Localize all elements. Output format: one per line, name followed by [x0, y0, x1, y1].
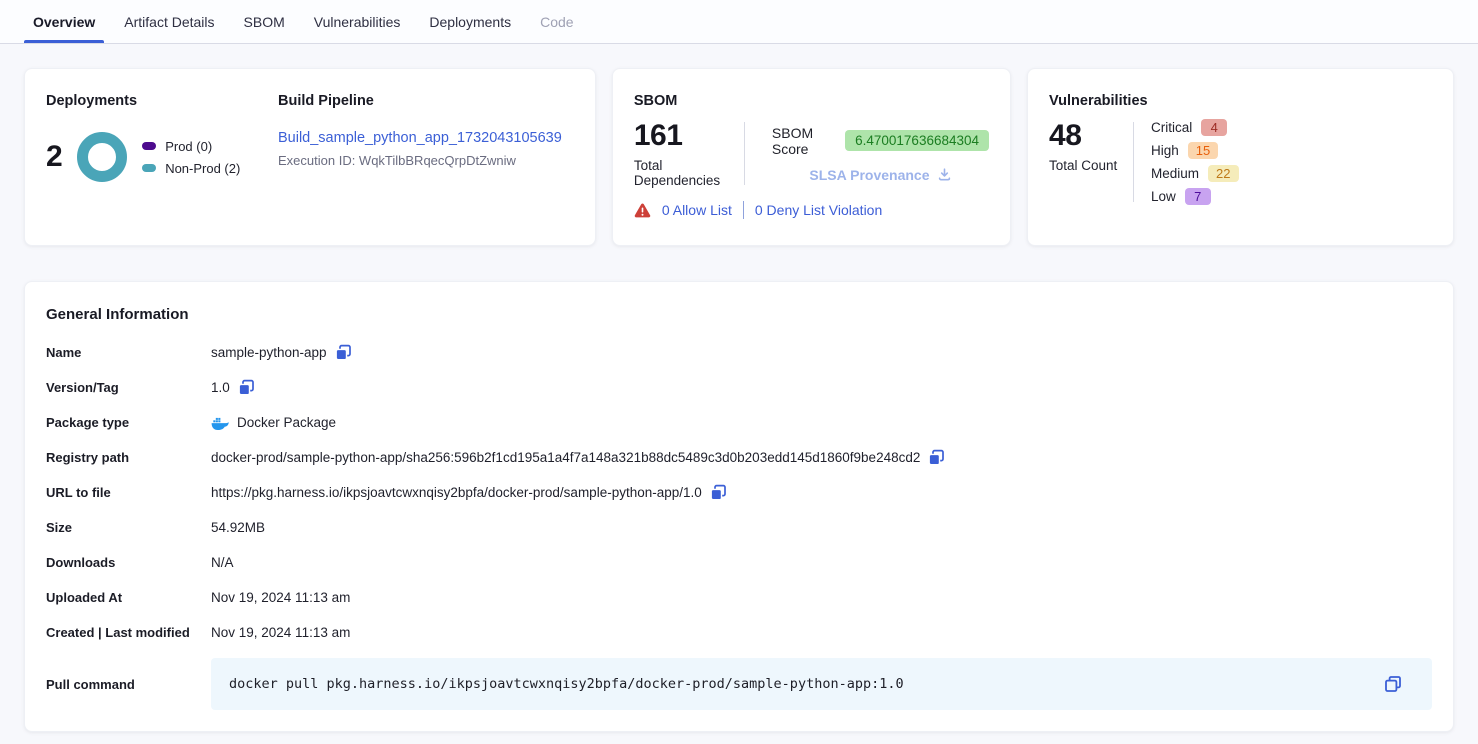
info-row-package-type: Package type Docker Package — [46, 405, 1432, 440]
copy-registry-path-button[interactable] — [928, 449, 945, 466]
vulnerabilities-total-section: 48 Total Count — [1049, 119, 1133, 205]
deployments-card: Deployments 2 Prod (0) Non-Prod (2) Buil… — [24, 68, 596, 246]
severity-low-badge: 7 — [1185, 188, 1211, 205]
prod-legend-label: Prod (0) — [165, 139, 212, 154]
severity-list: Critical 4 High 15 Medium 22 Low 7 — [1134, 119, 1238, 205]
url-value: https://pkg.harness.io/ikpsjoavtcwxnqisy… — [211, 485, 702, 500]
sbom-score-label: SBOM Score — [772, 125, 836, 157]
name-label: Name — [46, 345, 211, 360]
severity-medium-label: Medium — [1151, 166, 1199, 181]
pull-command-value: docker pull pkg.harness.io/ikpsjoavtcwxn… — [229, 676, 1384, 692]
allow-list-link[interactable]: 0 Allow List — [662, 202, 732, 218]
info-row-downloads: Downloads N/A — [46, 545, 1432, 580]
warning-icon — [634, 203, 651, 218]
legend-item-nonprod: Non-Prod (2) — [142, 161, 240, 176]
info-row-uploaded-at: Uploaded At Nov 19, 2024 11:13 am — [46, 580, 1432, 615]
sbom-title: SBOM — [634, 93, 989, 109]
size-label: Size — [46, 520, 211, 535]
deployments-legend: Prod (0) Non-Prod (2) — [142, 139, 240, 176]
summary-cards-row: Deployments 2 Prod (0) Non-Prod (2) Buil… — [24, 68, 1454, 246]
deployments-total: 2 — [46, 140, 62, 174]
tab-vulnerabilities[interactable]: Vulnerabilities — [313, 0, 402, 43]
sbom-score-section: SBOM Score 6.470017636684304 SLSA Proven… — [745, 119, 989, 188]
build-pipeline-link[interactable]: Build_sample_python_app_1732043105639 — [278, 130, 562, 146]
pull-command-label: Pull command — [46, 677, 211, 692]
build-pipeline-section: Build Pipeline Build_sample_python_app_1… — [278, 93, 574, 221]
sbom-card: SBOM 161 Total Dependencies SBOM Score 6… — [612, 68, 1011, 246]
copy-name-button[interactable] — [335, 344, 352, 361]
sbom-total-label: Total Dependencies — [634, 158, 744, 188]
severity-row-critical: Critical 4 — [1151, 119, 1238, 136]
slsa-provenance-link: SLSA Provenance — [772, 167, 989, 183]
severity-critical-badge: 4 — [1201, 119, 1227, 136]
severity-low-label: Low — [1151, 189, 1176, 204]
docker-icon — [211, 416, 229, 430]
info-row-size: Size 54.92MB — [46, 510, 1432, 545]
copy-version-button[interactable] — [238, 379, 255, 396]
legend-item-prod: Prod (0) — [142, 139, 240, 154]
execution-id-text: Execution ID: WqkTilbBRqecQrpDtZwniw — [278, 153, 574, 168]
downloads-label: Downloads — [46, 555, 211, 570]
tab-code: Code — [539, 0, 574, 43]
sbom-score-badge: 6.470017636684304 — [845, 130, 989, 151]
vulnerabilities-total-label: Total Count — [1049, 158, 1133, 173]
severity-high-label: High — [1151, 143, 1179, 158]
uploaded-at-label: Uploaded At — [46, 590, 211, 605]
severity-high-badge: 15 — [1188, 142, 1218, 159]
prod-legend-swatch — [142, 142, 156, 150]
sbom-links-divider — [743, 201, 744, 219]
slsa-provenance-label: SLSA Provenance — [809, 167, 929, 183]
registry-path-label: Registry path — [46, 450, 211, 465]
version-label: Version/Tag — [46, 380, 211, 395]
info-row-version: Version/Tag 1.0 — [46, 370, 1432, 405]
uploaded-at-value: Nov 19, 2024 11:13 am — [211, 590, 350, 605]
sbom-total: 161 — [634, 119, 744, 153]
severity-critical-label: Critical — [1151, 120, 1192, 135]
info-row-name: Name sample-python-app — [46, 335, 1432, 370]
severity-row-low: Low 7 — [1151, 188, 1238, 205]
tab-bar: Overview Artifact Details SBOM Vulnerabi… — [0, 0, 1478, 44]
severity-medium-badge: 22 — [1208, 165, 1238, 182]
deployments-donut-chart — [77, 132, 127, 182]
sbom-total-section: 161 Total Dependencies — [634, 119, 744, 188]
tab-deployments[interactable]: Deployments — [428, 0, 512, 43]
copy-url-button[interactable] — [710, 484, 727, 501]
vulnerabilities-total: 48 — [1049, 119, 1133, 153]
general-information-card: General Information Name sample-python-a… — [24, 281, 1454, 732]
build-pipeline-title: Build Pipeline — [278, 93, 574, 109]
info-row-registry-path: Registry path docker-prod/sample-python-… — [46, 440, 1432, 475]
vulnerabilities-card: Vulnerabilities 48 Total Count Critical … — [1027, 68, 1454, 246]
info-row-url: URL to file https://pkg.harness.io/ikpsj… — [46, 475, 1432, 510]
downloads-value: N/A — [211, 555, 234, 570]
created-modified-value: Nov 19, 2024 11:13 am — [211, 625, 350, 640]
size-value: 54.92MB — [211, 520, 265, 535]
download-icon — [937, 167, 952, 182]
package-type-label: Package type — [46, 415, 211, 430]
info-row-pull-command: Pull command docker pull pkg.harness.io/… — [46, 658, 1432, 710]
vulnerabilities-title: Vulnerabilities — [1049, 93, 1432, 109]
info-row-created-modified: Created | Last modified Nov 19, 2024 11:… — [46, 615, 1432, 650]
deployments-section: Deployments 2 Prod (0) Non-Prod (2) — [46, 93, 278, 221]
deployments-title: Deployments — [46, 93, 278, 109]
nonprod-legend-swatch — [142, 164, 156, 172]
copy-pull-command-button[interactable] — [1384, 675, 1402, 693]
deny-list-link[interactable]: 0 Deny List Violation — [755, 202, 882, 218]
tab-sbom[interactable]: SBOM — [243, 0, 286, 43]
name-value: sample-python-app — [211, 345, 327, 360]
severity-row-medium: Medium 22 — [1151, 165, 1238, 182]
url-label: URL to file — [46, 485, 211, 500]
version-value: 1.0 — [211, 380, 230, 395]
tab-artifact-details[interactable]: Artifact Details — [123, 0, 215, 43]
general-information-title: General Information — [46, 306, 1432, 323]
pull-command-box: docker pull pkg.harness.io/ikpsjoavtcwxn… — [211, 658, 1432, 710]
tab-overview[interactable]: Overview — [32, 0, 96, 43]
nonprod-legend-label: Non-Prod (2) — [165, 161, 240, 176]
package-type-value: Docker Package — [237, 415, 336, 430]
registry-path-value: docker-prod/sample-python-app/sha256:596… — [211, 450, 920, 465]
general-information-rows: Name sample-python-app Version/Tag 1.0 — [46, 335, 1432, 710]
created-modified-label: Created | Last modified — [46, 625, 211, 640]
severity-row-high: High 15 — [1151, 142, 1238, 159]
